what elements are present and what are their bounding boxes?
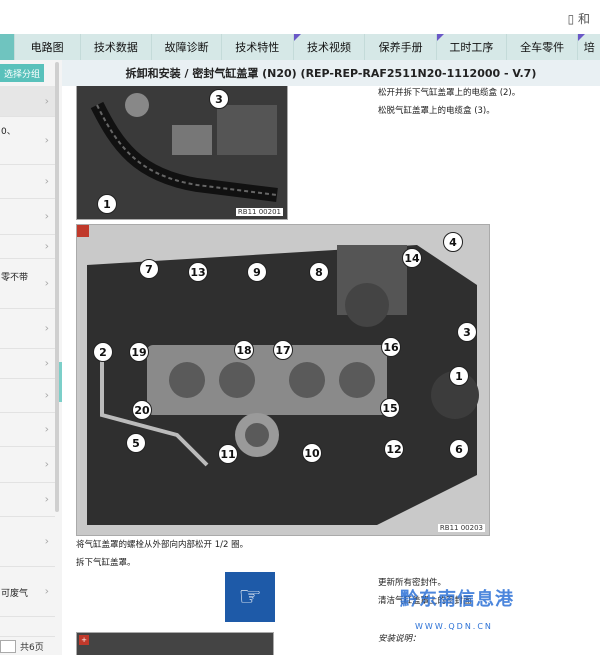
figure-id: RB11 00201 (235, 208, 283, 216)
engine-figure-1[interactable]: 1 3 RB11 00201 (76, 86, 288, 220)
tab-0[interactable] (0, 34, 15, 60)
install-note-label: 安装说明： (378, 634, 421, 644)
figure-id: RB11 00203 (437, 524, 485, 532)
callout: 8 (309, 262, 329, 282)
tab-tech-data[interactable]: 技术数据 (81, 34, 153, 60)
top-bar: ▯ 和 (0, 0, 600, 34)
chevron-right-icon: › (44, 174, 49, 188)
tab-tech-features[interactable]: 技术特性 (222, 34, 294, 60)
zoom-icon[interactable]: + (79, 635, 89, 645)
callout: 15 (380, 398, 400, 418)
chevron-right-icon: › (44, 534, 49, 548)
tab-diagnosis[interactable]: 故障诊断 (152, 34, 222, 60)
callout: 18 (234, 340, 254, 360)
callout: 19 (129, 342, 149, 362)
sidebar: 选择分组 › 0、 › › › › 零不带 › › › › › › › › 可废气 › (0, 60, 63, 655)
sidebar-item[interactable]: › (0, 348, 55, 379)
pager: 共6页 (0, 640, 44, 653)
chevron-right-icon: › (44, 94, 49, 108)
main-content: 1 3 RB11 00201 松开并拆下气缸盖罩上的电缆盒 (2)。 松脱气缸盖… (62, 86, 600, 655)
watermark-url: WWW.QDN.CN (415, 622, 493, 631)
chevron-right-icon: › (44, 133, 49, 147)
callout: 14 (402, 248, 422, 268)
callout: 16 (381, 337, 401, 357)
main-tabs: 电路图 技术数据 故障诊断 技术特性 技术视频 保养手册 工时工序 全车零件 培 (0, 34, 600, 61)
callout: 17 (273, 340, 293, 360)
callout: 3 (209, 89, 229, 109)
callout: 11 (218, 444, 238, 464)
tab-training[interactable]: 培 (578, 34, 600, 60)
sidebar-item[interactable]: › (0, 378, 55, 413)
step-text: 拆下气缸盖罩。 (76, 558, 136, 568)
callout: 10 (302, 443, 322, 463)
chevron-right-icon: › (44, 209, 49, 223)
callout: 5 (126, 433, 146, 453)
sidebar-item[interactable]: › (0, 86, 55, 117)
chevron-right-icon: › (44, 457, 49, 471)
chevron-right-icon: › (44, 584, 49, 598)
sidebar-item[interactable]: › (0, 198, 55, 235)
chevron-right-icon: › (44, 492, 49, 506)
sidebar-item[interactable]: 零不带 › (0, 258, 55, 309)
callout: 7 (139, 259, 159, 279)
chevron-right-icon: › (44, 239, 49, 253)
chevron-right-icon: › (44, 276, 49, 290)
tab-parts[interactable]: 全车零件 (507, 34, 579, 60)
chevron-right-icon: › (44, 388, 49, 402)
sidebar-item[interactable]: › (0, 234, 55, 259)
callout: 9 (247, 262, 267, 282)
topbar-extra: 和 (577, 12, 590, 26)
engine-figure-2[interactable]: 7 13 9 8 14 4 3 1 2 19 18 17 16 20 15 5 … (76, 224, 490, 536)
sidebar-scrollbar[interactable] (55, 62, 59, 512)
page-title: 拆卸和安装 / 密封气缸盖罩 (N20) (REP-REP-RAF2511N20… (62, 60, 600, 87)
chevron-right-icon: › (44, 321, 49, 335)
callout: 6 (449, 439, 469, 459)
page-input[interactable] (0, 640, 16, 653)
sidebar-item[interactable]: › (0, 308, 55, 349)
sidebar-item[interactable] (0, 616, 55, 637)
sidebar-item[interactable]: › (0, 482, 55, 517)
callout: 2 (93, 342, 113, 362)
tab-circuit[interactable]: 电路图 (15, 34, 81, 60)
chevron-right-icon: › (44, 422, 49, 436)
sidebar-item[interactable]: › (0, 164, 55, 199)
step-text: 将气缸盖罩的螺栓从外部向内部松开 1/2 圈。 (76, 540, 249, 550)
tablet-icon[interactable]: ▯ 和 (568, 10, 590, 27)
engine-figure-3[interactable]: + (76, 632, 274, 655)
callout: 1 (97, 194, 117, 214)
sidebar-item[interactable]: 可废气 › (0, 566, 55, 617)
callout: 20 (132, 400, 152, 420)
sidebar-item[interactable]: › (0, 516, 55, 567)
pager-total: 共6页 (20, 643, 44, 653)
callout: 3 (457, 322, 477, 342)
chevron-right-icon: › (44, 356, 49, 370)
tab-labor[interactable]: 工时工序 (437, 34, 507, 60)
callout: 13 (188, 262, 208, 282)
sidebar-item[interactable]: › (0, 412, 55, 447)
sidebar-item[interactable]: › (0, 446, 55, 483)
watermark-text: 黔东南信息港 (400, 589, 514, 610)
select-group-button[interactable]: 选择分组 (0, 64, 44, 82)
tab-maintenance[interactable]: 保养手册 (365, 34, 438, 60)
callout: 1 (449, 366, 469, 386)
callout: 4 (443, 232, 463, 252)
callout: 12 (384, 439, 404, 459)
sidebar-item[interactable]: 0、 › (0, 116, 55, 165)
step-text: 松开并拆下气缸盖罩上的电缆盒 (2)。 (378, 88, 521, 98)
tab-tech-video[interactable]: 技术视频 (293, 34, 366, 60)
step-text: 松脱气缸盖罩上的电缆盒 (3)。 (378, 106, 495, 116)
hand-pointing-note-icon: ☞ (225, 572, 275, 622)
